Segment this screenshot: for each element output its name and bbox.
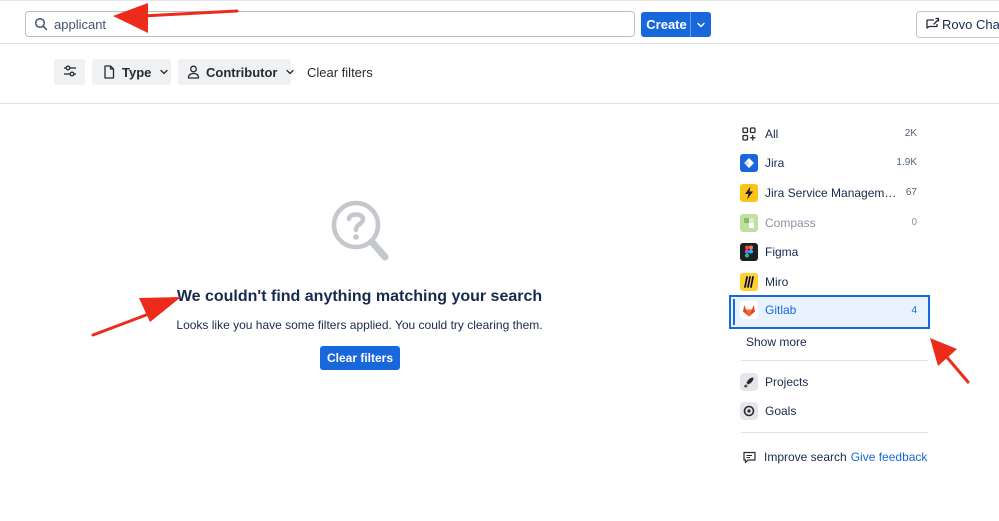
chevron-down-icon [159,67,169,77]
sidebar-item-label: Jira [765,156,785,170]
search-question-icon [329,198,391,264]
contributor-filter-label: Contributor [206,64,278,80]
sidebar-item-label: Goals [765,404,797,418]
result-count: 0 [911,217,917,228]
create-button-label: Create [646,17,687,32]
jira-icon [740,154,758,172]
search-box[interactable] [25,11,635,37]
sidebar-item-label: Figma [765,245,799,259]
clear-filters-button[interactable]: Clear filters [320,346,400,370]
empty-state-subtitle: Looks like you have some filters applied… [176,318,543,332]
sidebar-item-goals[interactable]: Goals [729,396,930,426]
document-icon [102,65,116,79]
target-icon [740,402,758,420]
divider [0,103,999,104]
sidebar-item-projects[interactable]: Projects [729,367,930,397]
sidebar-item-jira[interactable]: Jira 1.9K [729,148,930,178]
sliders-icon [63,64,77,81]
result-count: 4 [911,305,917,316]
sidebar-item-label: All [765,127,779,141]
search-input[interactable] [54,16,594,32]
compass-icon [740,214,758,232]
result-count: 2K [904,128,917,139]
chat-edit-icon [925,17,941,33]
sidebar-item-gitlab[interactable]: Gitlab 4 [729,295,930,329]
annotation-arrow-icon [930,338,970,384]
filter-settings-button[interactable] [54,59,85,85]
sidebar-item-compass[interactable]: Compass 0 [729,208,930,238]
sidebar-item-miro[interactable]: Miro [729,267,930,297]
chevron-down-icon[interactable] [690,12,711,37]
search-icon [28,12,54,36]
give-feedback-link[interactable]: Give feedback [851,450,928,464]
gitlab-icon [740,301,758,319]
person-icon [187,65,200,79]
sidebar-item-label: Gitlab [765,303,797,317]
lightning-icon [740,184,758,202]
show-more-link[interactable]: Show more [746,335,807,349]
filter-bar: Type Contributor Clear filters [54,59,373,85]
feedback-icon [743,450,757,464]
improve-search: Improve search Give feedback [743,450,927,464]
sidebar-item-figma[interactable]: Figma [729,237,930,267]
chevron-down-icon [285,67,295,77]
divider [741,432,928,433]
top-bar: Create Rovo Chat [0,0,999,44]
sidebar-item-all[interactable]: All 2K [729,119,930,149]
figma-icon [740,243,758,261]
contributor-filter-button[interactable]: Contributor [178,59,295,85]
rocket-icon [740,373,758,391]
create-button[interactable]: Create [641,12,711,37]
result-count: 1.9K [896,157,917,168]
sidebar-item-label: Jira Service Management [765,186,897,200]
type-filter-button[interactable]: Type [92,59,171,85]
rovo-chat-button[interactable]: Rovo Chat [916,11,999,38]
clear-filters-link[interactable]: Clear filters [307,65,373,80]
type-filter-label: Type [122,64,152,80]
empty-state-title: We couldn't find anything matching your … [176,288,543,305]
divider [741,360,928,361]
miro-icon [740,273,758,291]
improve-search-label: Improve search [764,450,847,464]
result-count: 67 [905,187,917,198]
sidebar-item-label: Compass [765,216,816,230]
sidebar-item-jira-service-management[interactable]: Jira Service Management 67 [729,178,930,208]
rovo-chat-label: Rovo Chat [942,17,999,32]
sidebar-item-label: Projects [765,375,809,389]
grid-icon [740,125,758,143]
sidebar-item-label: Miro [765,275,789,289]
